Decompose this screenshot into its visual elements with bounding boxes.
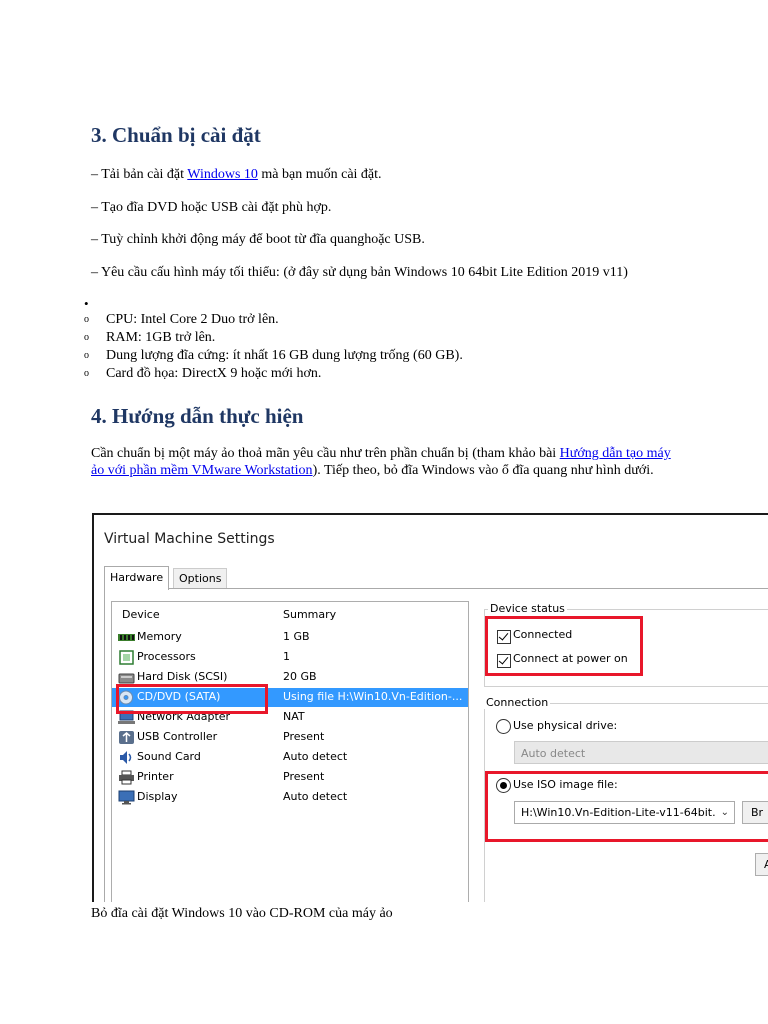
device-summary: Auto detect [283,750,348,763]
requirement-cpu: CPU: Intel Core 2 Duo trở lên. [106,312,279,327]
tab-hardware[interactable]: Hardware [104,566,170,590]
requirement-graphics: Card đồ họa: DirectX 9 hoặc mới hơn. [106,366,322,381]
memory-icon [118,630,135,645]
device-summary: 20 GB [283,670,317,683]
device-summary: Auto detect [283,790,348,803]
list-item: o Card đồ họa: DirectX 9 hoặc mới hơn. [84,365,463,383]
list-item: o Dung lượng đĩa cứng: ít nhất 16 GB dung… [84,347,463,365]
step-download-text-end: mà bạn muốn cài đặt. [257,167,382,182]
device-name: Hard Disk (SCSI) [137,670,228,683]
step-boot-config: – Tuỳ chỉnh khởi động máy để boot từ đĩa… [91,232,425,247]
sub-bullet: o [84,332,89,343]
device-row-sound-card[interactable]: Sound Card Auto detect [112,748,468,767]
sound-card-icon [118,750,135,765]
tab-options[interactable]: Options [173,568,228,589]
sub-bullet: o [84,314,89,325]
instructions-text-end: ). Tiếp theo, bỏ đĩa Windows vào ổ đĩa q… [312,463,654,478]
section-3-heading: 3. Chuẩn bị cài đặt [91,123,261,147]
window-title: Virtual Machine Settings [104,531,275,547]
sub-bullet: o [84,350,89,361]
advanced-button[interactable]: A [755,853,768,876]
instructions-paragraph: Cần chuẩn bị một máy ảo thoả mãn yêu cầu… [91,445,681,479]
step-download-text: – Tải bản cài đặt [91,167,188,182]
device-row-display[interactable]: Display Auto detect [112,788,468,807]
device-status-label: Device status [488,602,567,615]
requirement-disk: Dung lượng đĩa cứng: ít nhất 16 GB dung … [106,348,463,363]
device-row-usb-controller[interactable]: USB Controller Present [112,728,468,747]
image-caption: Bỏ đĩa cài đặt Windows 10 vào CD-ROM của… [91,906,393,921]
device-summary: Present [283,730,325,743]
column-device: Device [122,608,160,621]
highlight-iso-image [485,771,768,842]
windows-10-link[interactable]: Windows 10 [187,167,258,182]
bullet-marker: • [84,296,89,311]
device-name: Memory [137,630,182,643]
device-summary: 1 GB [283,630,310,643]
processor-icon [118,650,135,665]
step-download: – Tải bản cài đặt Windows 10 mà bạn muốn… [91,166,382,183]
device-name: Display [137,790,178,803]
instructions-text: Cần chuẩn bị một máy ảo thoả mãn yêu cầu… [91,446,560,461]
list-item: o CPU: Intel Core 2 Duo trở lên. [84,311,463,329]
column-summary: Summary [283,608,337,621]
sub-bullet: o [84,368,89,379]
usb-icon [118,730,135,745]
device-summary: NAT [283,710,305,723]
physical-drive-select[interactable]: Auto detect [514,741,768,764]
device-row-memory[interactable]: Memory 1 GB [112,628,468,647]
physical-drive-label: Use physical drive: [513,719,618,732]
highlight-cd-dvd [116,684,268,714]
hard-disk-icon [118,670,135,685]
display-icon [118,790,135,805]
physical-drive-radio[interactable] [496,719,511,734]
connection-label: Connection [484,696,551,709]
step-requirements: – Yêu cầu cấu hình máy tối thiểu: (ở đây… [91,265,628,280]
device-name: USB Controller [137,730,218,743]
step-create-disc: – Tạo đĩa DVD hoặc USB cài đặt phù hợp. [91,200,332,215]
device-name: Printer [137,770,174,783]
vm-settings-screenshot: Virtual Machine Settings Hardware Option… [92,513,768,902]
device-name: Processors [137,650,196,663]
device-summary: 1 [283,650,290,663]
section-4-heading: 4. Hướng dẫn thực hiện [91,404,304,428]
highlight-device-status [485,616,643,676]
requirements-list: o CPU: Intel Core 2 Duo trở lên. o RAM: 1G… [84,311,463,383]
device-row-printer[interactable]: Printer Present [112,768,468,787]
device-row-processors[interactable]: Processors 1 [112,648,468,667]
device-name: Sound Card [137,750,201,763]
printer-icon [118,770,135,785]
requirement-ram: RAM: 1GB trở lên. [106,330,216,345]
list-item: o RAM: 1GB trở lên. [84,329,463,347]
device-summary: Using file H:\Win10.Vn-Edition-... [283,690,463,703]
device-list: Device Summary Memory 1 GB Processors 1 … [111,601,469,902]
device-summary: Present [283,770,325,783]
